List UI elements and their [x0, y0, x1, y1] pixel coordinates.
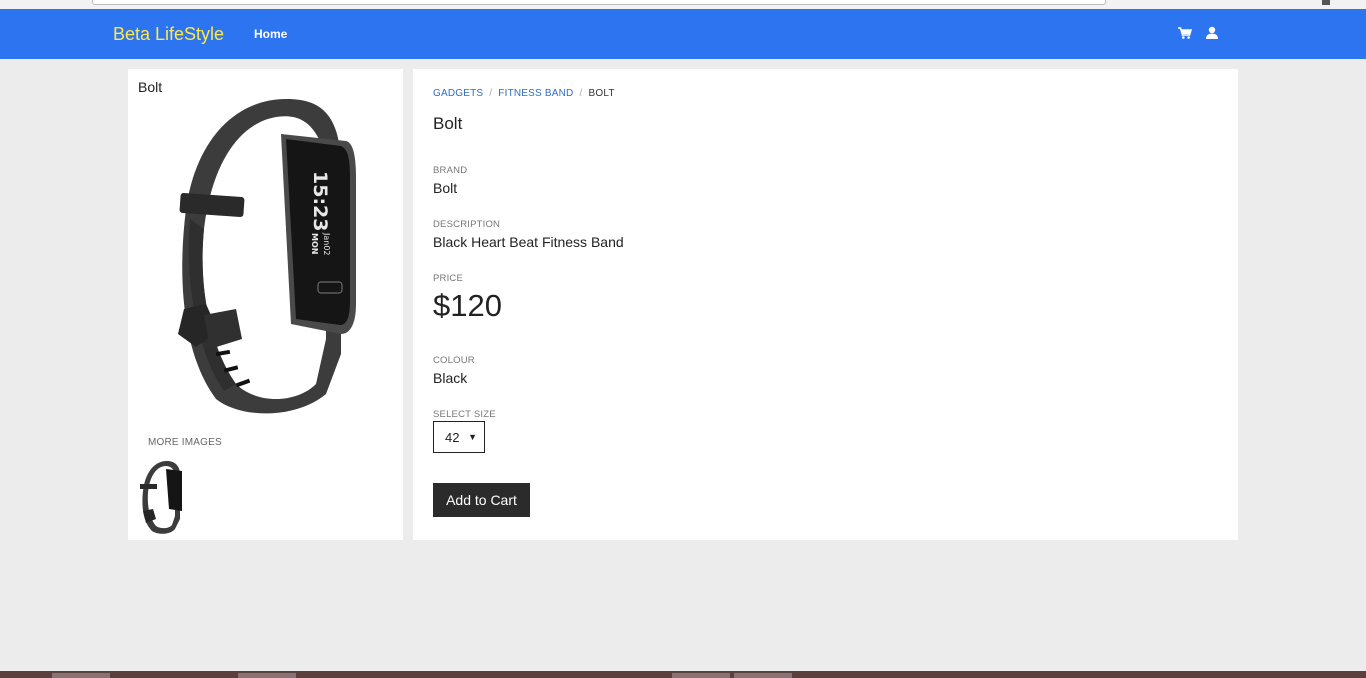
brand-value: Bolt [433, 180, 458, 196]
description-value: Black Heart Beat Fitness Band [433, 234, 624, 250]
product-title: Bolt [433, 114, 463, 133]
size-label: SELECT SIZE [433, 409, 496, 420]
breadcrumb-separator: / [579, 88, 583, 99]
taskbar-item[interactable] [734, 673, 792, 678]
product-details-panel: GADGETS / FITNESS BAND / BOLT Bolt BRAND Bol… [413, 69, 1238, 540]
fitness-band-image: 15:23 Jan02 MON [178, 99, 356, 414]
band-time-text: 15:23 [309, 171, 331, 231]
browser-top-strip [0, 0, 1366, 9]
taskbar [0, 671, 1366, 678]
breadcrumb-separator: / [489, 88, 493, 99]
breadcrumb-current: BOLT [588, 88, 615, 99]
cart-icon[interactable] [1177, 25, 1193, 41]
description-label: DESCRIPTION [433, 219, 501, 230]
address-bar[interactable] [92, 0, 1106, 5]
chevron-down-icon: ▼ [468, 432, 477, 442]
breadcrumb-gadgets[interactable]: GADGETS [433, 88, 483, 99]
band-date-text: Jan02 [322, 232, 331, 256]
price-label: PRICE [433, 273, 464, 284]
taskbar-item[interactable] [672, 673, 730, 678]
navbar: Beta LifeStyle Home [0, 9, 1366, 59]
taskbar-item[interactable] [52, 673, 110, 678]
brand-logo[interactable]: Beta LifeStyle [113, 24, 224, 45]
add-to-cart-button[interactable]: Add to Cart [433, 483, 530, 517]
brand-label: BRAND [433, 165, 468, 176]
taskbar-item[interactable] [238, 673, 296, 678]
image-panel-title: Bolt [138, 79, 163, 95]
nav-home-link[interactable]: Home [254, 27, 287, 41]
thumbnail-image[interactable] [140, 461, 186, 535]
breadcrumb-fitness-band[interactable]: FITNESS BAND [498, 88, 573, 99]
colour-value: Black [433, 370, 468, 386]
size-select[interactable]: 42 ▼ [433, 421, 485, 453]
more-images-label: MORE IMAGES [148, 437, 222, 448]
browser-menu-icon[interactable] [1322, 0, 1330, 5]
colour-label: COLOUR [433, 355, 475, 366]
user-icon[interactable] [1204, 25, 1220, 41]
breadcrumb: GADGETS / FITNESS BAND / BOLT [433, 88, 615, 99]
price-value: $120 [433, 288, 502, 323]
band-day-text: MON [310, 233, 319, 254]
size-select-value: 42 [445, 430, 460, 445]
product-image-panel: Bolt 15:23 Jan02 MON MORE IMAGES [128, 69, 403, 540]
